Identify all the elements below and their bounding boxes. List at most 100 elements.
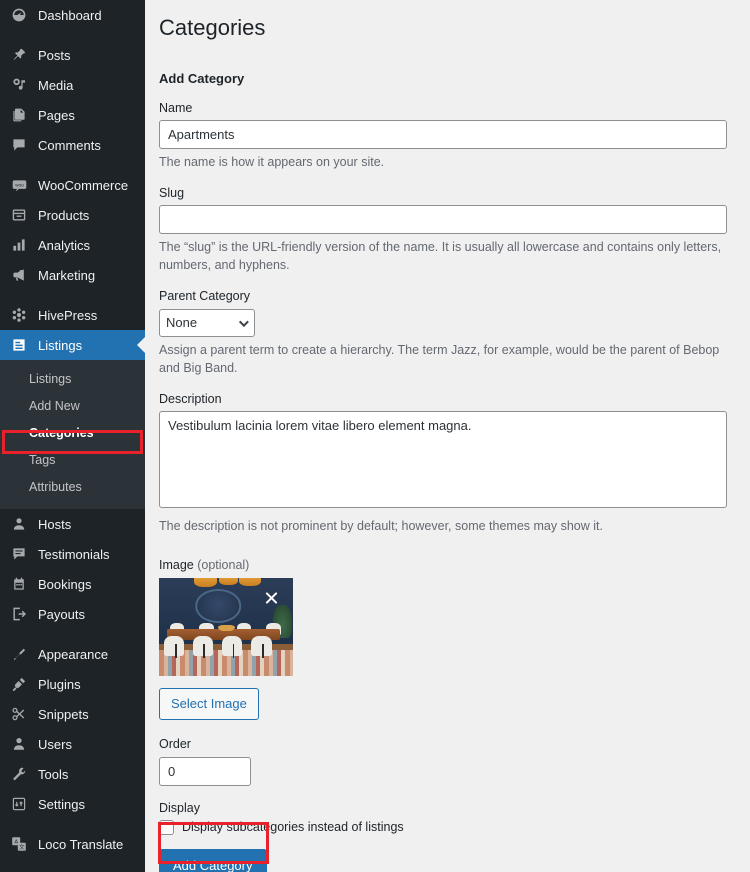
image-preview — [159, 577, 293, 676]
display-subcategories-row: Display subcategories instead of listing… — [159, 819, 732, 835]
submenu-item-categories[interactable]: Categories — [0, 420, 145, 447]
dashboard-icon — [9, 5, 29, 25]
main-content: Categories Add Category Name The name is… — [145, 0, 750, 872]
sidebar-item-label: WooCommerce — [38, 177, 129, 193]
description-label: Description — [159, 391, 222, 406]
svg-text:woo: woo — [15, 182, 24, 187]
sidebar-item-label: Pages — [38, 107, 75, 123]
loco-translate-icon: A文 — [9, 834, 29, 854]
sidebar-item-posts[interactable]: Posts — [0, 40, 145, 70]
sidebar-item-label: Marketing — [38, 267, 96, 283]
name-label: Name — [159, 100, 193, 115]
display-field-group: Display Display subcategories instead of… — [159, 800, 732, 835]
sidebar-item-settings[interactable]: Settings — [0, 789, 145, 819]
sidebar-item-hosts[interactable]: Hosts — [0, 509, 145, 539]
sidebar-item-bookings[interactable]: Bookings — [0, 569, 145, 599]
description-field-group: Description Vestibulum lacinia lorem vit… — [159, 391, 732, 535]
sidebar-item-woocommerce[interactable]: woo WooCommerce — [0, 170, 145, 200]
wordpress-admin-screen: Dashboard Posts Media Pages Comments woo… — [0, 0, 750, 872]
sidebar-item-label: Loco Translate — [38, 836, 124, 852]
users-icon — [9, 734, 29, 754]
chair-leg — [232, 644, 235, 658]
sidebar-item-plugins[interactable]: Plugins — [0, 669, 145, 699]
marketing-icon — [9, 265, 29, 285]
settings-icon — [9, 794, 29, 814]
sidebar-item-label: Listings — [38, 337, 83, 353]
image-label: Image (optional) — [159, 557, 732, 573]
parent-category-description: Assign a parent term to create a hierarc… — [159, 342, 720, 375]
display-subcategories-label[interactable]: Display subcategories instead of listing… — [182, 820, 404, 834]
order-label: Order — [159, 737, 191, 752]
sidebar-item-listings[interactable]: Listings — [0, 330, 145, 360]
sidebar-item-products[interactable]: Products — [0, 200, 145, 230]
payouts-icon — [9, 604, 29, 624]
sidebar-item-label: Tools — [38, 766, 69, 782]
sidebar-item-snippets[interactable]: Snippets — [0, 699, 145, 729]
chair-leg — [203, 644, 205, 658]
sidebar-item-label: Snippets — [38, 706, 89, 722]
parent-category-select-wrap: None — [159, 308, 255, 337]
sidebar-item-analytics[interactable]: Analytics — [0, 230, 145, 260]
sidebar-item-loco-translate[interactable]: A文 Loco Translate — [0, 829, 145, 859]
name-input[interactable] — [159, 119, 727, 149]
order-input[interactable] — [159, 756, 251, 786]
sidebar-item-label: Dashboard — [38, 7, 102, 23]
slug-label: Slug — [159, 185, 185, 200]
select-image-button[interactable]: Select Image — [159, 687, 259, 721]
bookings-icon — [9, 574, 29, 594]
sidebar-item-label: Appearance — [38, 646, 109, 662]
products-icon — [9, 205, 29, 225]
sidebar-item-label: Testimonials — [38, 546, 110, 562]
image-label-text: Image — [159, 558, 194, 573]
sidebar-item-label: Bookings — [38, 576, 92, 592]
parent-category-field-group: Parent Category None Assign a parent ter… — [159, 288, 732, 377]
image-field-group: Image (optional) Select Image — [159, 557, 732, 721]
sidebar-item-label: Comments — [38, 137, 101, 153]
sidebar-item-label: Users — [38, 736, 72, 752]
close-icon[interactable] — [264, 590, 279, 605]
submenu-item-listings[interactable]: Listings — [0, 366, 145, 393]
sidebar-item-dashboard[interactable]: Dashboard — [0, 0, 145, 30]
sidebar-item-label: Plugins — [38, 676, 81, 692]
name-field-group: Name The name is how it appears on your … — [159, 100, 732, 171]
order-field-group: Order — [159, 736, 732, 786]
sidebar-item-users[interactable]: Users — [0, 729, 145, 759]
media-icon — [9, 75, 29, 95]
display-subcategories-checkbox[interactable] — [159, 819, 174, 835]
admin-sidebar: Dashboard Posts Media Pages Comments woo… — [0, 0, 145, 872]
name-description: The name is how it appears on your site. — [159, 154, 385, 169]
parent-category-select[interactable]: None — [159, 308, 255, 337]
sidebar-separator — [0, 629, 145, 639]
sidebar-item-label: Settings — [38, 796, 85, 812]
pin-icon — [9, 45, 29, 65]
add-category-heading: Add Category — [159, 70, 245, 86]
sidebar-separator — [0, 819, 145, 829]
sidebar-item-appearance[interactable]: Appearance — [0, 639, 145, 669]
sidebar-item-comments[interactable]: Comments — [0, 130, 145, 160]
testimonials-icon — [9, 544, 29, 564]
image-optional-text: (optional) — [197, 558, 250, 573]
sidebar-item-payouts[interactable]: Payouts — [0, 599, 145, 629]
active-arrow-icon — [137, 337, 145, 353]
sidebar-item-testimonials[interactable]: Testimonials — [0, 539, 145, 569]
description-textarea[interactable]: Vestibulum lacinia lorem vitae libero el… — [159, 411, 727, 509]
fruit-bowl — [217, 624, 236, 631]
submenu-item-tags[interactable]: Tags — [0, 447, 145, 474]
sidebar-item-tools[interactable]: Tools — [0, 759, 145, 789]
sidebar-item-label: Media — [38, 77, 74, 93]
sidebar-separator — [0, 160, 145, 170]
sidebar-item-pages[interactable]: Pages — [0, 100, 145, 130]
submenu-item-attributes[interactable]: Attributes — [0, 474, 145, 501]
snippets-icon — [9, 704, 29, 724]
slug-input[interactable] — [159, 205, 727, 235]
add-category-button[interactable]: Add Category — [159, 848, 267, 872]
sidebar-item-label: Products — [38, 207, 90, 223]
hivepress-icon — [9, 305, 29, 325]
sidebar-item-media[interactable]: Media — [0, 70, 145, 100]
submenu-item-add-new[interactable]: Add New — [0, 393, 145, 420]
svg-text:A: A — [14, 839, 18, 845]
sidebar-item-hivepress[interactable]: HivePress — [0, 300, 145, 330]
slug-description: The “slug” is the URL-friendly version o… — [159, 240, 722, 273]
listings-submenu: Listings Add New Categories Tags Attribu… — [0, 360, 145, 509]
sidebar-item-marketing[interactable]: Marketing — [0, 260, 145, 290]
